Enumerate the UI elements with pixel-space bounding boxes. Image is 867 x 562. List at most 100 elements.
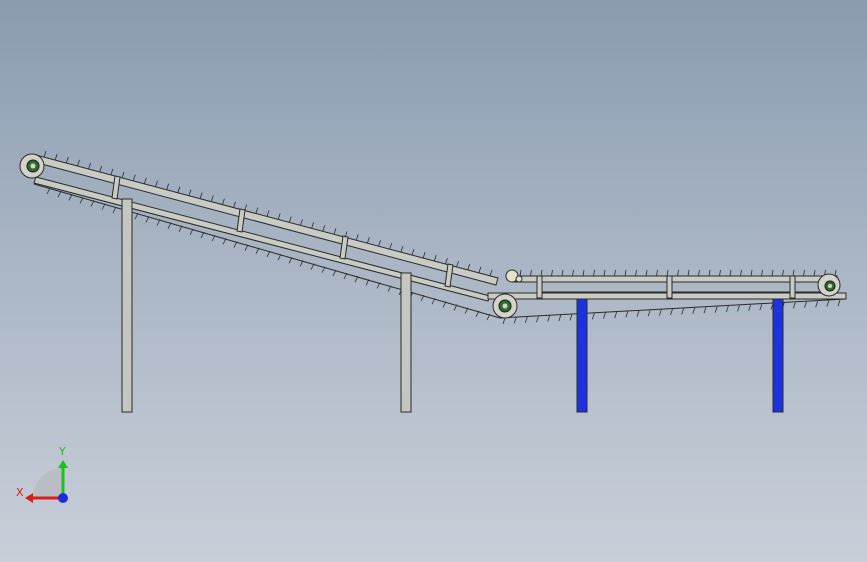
belt-cleat <box>593 269 595 277</box>
belt-cleat <box>355 234 359 241</box>
belt-cleat <box>366 237 370 244</box>
belt-cleat <box>132 174 136 181</box>
belt-cleat <box>551 269 553 277</box>
belt-cleat <box>65 156 69 164</box>
belt-cleat <box>433 254 437 262</box>
underside-tick <box>222 238 227 245</box>
belt-cleat <box>43 150 47 158</box>
belt-cleat <box>813 269 816 277</box>
belt-cleat <box>389 243 393 250</box>
belt-cleat <box>656 269 658 277</box>
underside-tick <box>558 314 562 322</box>
belt-cleat <box>519 269 522 277</box>
underside-tick <box>211 235 216 242</box>
belt-cleat <box>311 222 314 229</box>
underside-tick <box>79 197 84 204</box>
belt-cleat <box>333 228 337 235</box>
belt-cleat <box>99 165 103 173</box>
coordinate-triad: X Y <box>16 445 68 503</box>
underside-tick <box>748 304 752 311</box>
belt-cleat <box>489 269 493 277</box>
underside-tick <box>636 310 640 317</box>
belt-cleat <box>687 269 690 277</box>
belt-cleat <box>121 171 125 178</box>
conveyor-drawing[interactable]: X Y <box>0 0 867 562</box>
underside-tick <box>57 190 62 198</box>
underside-tick <box>658 309 662 316</box>
incline-lower-rail <box>33 176 491 302</box>
underside-tick <box>815 301 819 308</box>
incline-under-ticks <box>46 187 491 321</box>
belt-cleat <box>199 192 203 199</box>
belt-cleat <box>761 269 763 277</box>
belt-cleat <box>803 269 805 277</box>
belt-cleat <box>782 269 784 277</box>
horizontal-cross-member <box>666 275 673 299</box>
cad-viewport[interactable]: X Y <box>0 0 867 562</box>
underside-tick <box>189 228 194 236</box>
z-axis-dot-icon <box>58 493 68 503</box>
underside-tick <box>614 311 618 319</box>
tail-pulley-right <box>817 273 841 297</box>
belt-cleat <box>54 153 58 161</box>
underside-tick <box>625 311 629 318</box>
belt-cleat <box>411 249 415 256</box>
belt-cleat <box>771 269 774 277</box>
belt-cleat <box>624 269 627 277</box>
horizontal-cleats <box>519 269 837 277</box>
triad-quadrant <box>33 468 63 498</box>
belt-cleat <box>467 263 471 271</box>
underside-tick <box>46 187 51 195</box>
belt-cleat <box>300 219 303 226</box>
belt-cleat <box>233 201 236 208</box>
y-axis-label: Y <box>58 445 66 458</box>
underside-tick <box>792 302 796 309</box>
underside-tick <box>569 314 573 321</box>
belt-cleat <box>266 210 270 217</box>
underside-tick <box>112 206 117 214</box>
underside-tick <box>737 305 740 312</box>
incline-bottom-edge <box>33 183 501 319</box>
underside-tick <box>591 313 595 320</box>
belt-cleat <box>210 195 214 202</box>
belt-cleat <box>666 269 669 277</box>
belt-cleat <box>166 183 170 190</box>
x-axis-arrowhead-icon <box>25 493 33 503</box>
gray-support-leg <box>121 198 133 413</box>
underside-tick <box>826 300 830 307</box>
underside-tick <box>524 316 528 323</box>
underside-tick <box>681 308 685 315</box>
horizontal-cross-member <box>536 275 543 299</box>
belt-cleat <box>378 240 381 247</box>
underside-tick <box>804 301 807 308</box>
belt-cleat <box>456 260 459 268</box>
belt-cleat <box>110 168 114 175</box>
incline-conveyor <box>33 154 501 319</box>
belt-cleat <box>540 269 543 277</box>
belt-cleat <box>614 269 616 277</box>
belt-cleat <box>635 269 637 277</box>
belt-cleat <box>88 162 91 170</box>
belt-cleat <box>530 269 532 277</box>
gray-support-leg <box>400 272 412 413</box>
belt-cleat <box>277 213 281 220</box>
underside-tick <box>547 315 551 322</box>
horizontal-cross-member <box>789 275 796 299</box>
underside-tick <box>156 219 161 226</box>
underside-tick <box>759 304 763 311</box>
underside-tick <box>725 305 729 313</box>
belt-cleat <box>77 159 80 167</box>
underside-tick <box>513 317 517 324</box>
blue-support-leg <box>772 298 784 413</box>
incline-cleats <box>43 150 493 277</box>
belt-cleat <box>322 225 326 232</box>
belt-cleat <box>244 204 248 211</box>
incline-top-rail <box>33 154 499 286</box>
belt-cleat <box>740 269 742 277</box>
underside-tick <box>167 222 172 229</box>
x-axis-label: X <box>16 486 24 499</box>
underside-tick <box>178 225 183 232</box>
belt-cleat <box>222 198 225 205</box>
horizontal-conveyor <box>487 275 847 319</box>
blue-support-leg <box>576 298 588 413</box>
